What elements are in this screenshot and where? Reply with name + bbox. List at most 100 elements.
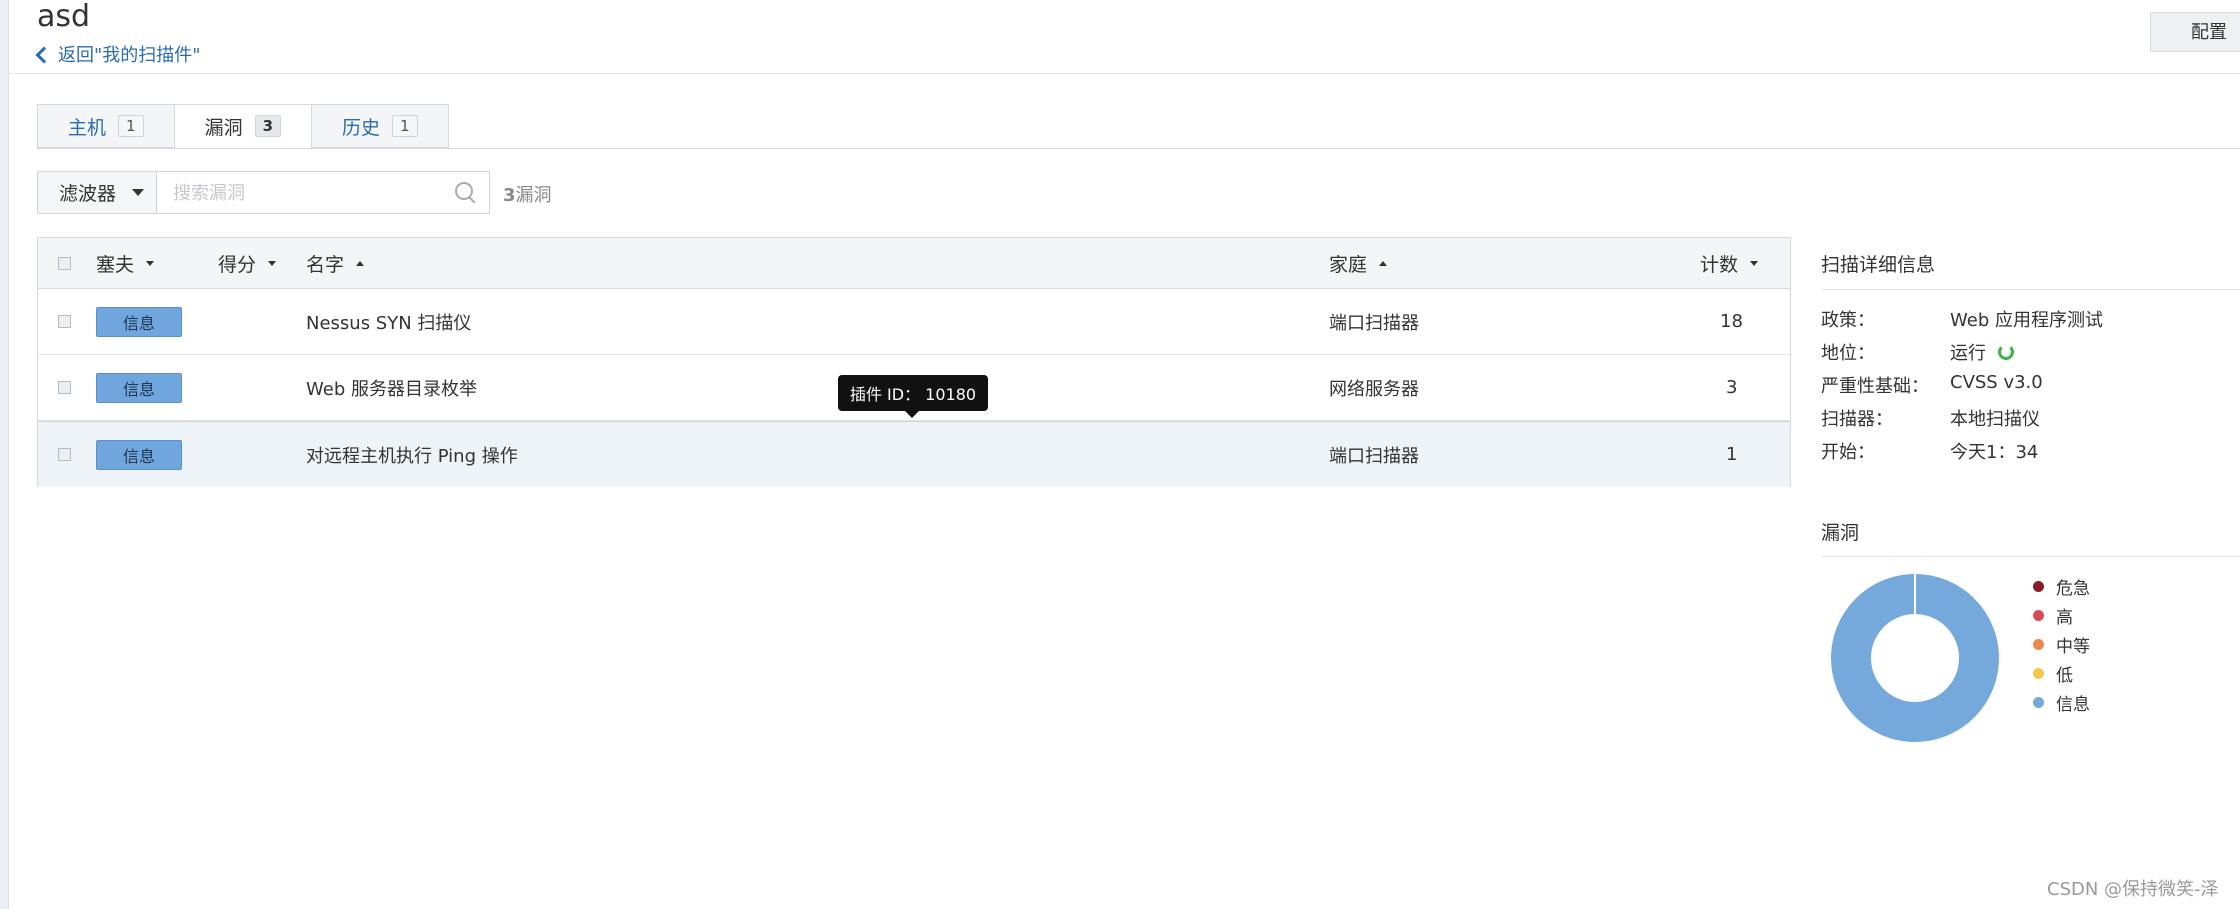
tab-history[interactable]: 历史 1: [311, 104, 449, 148]
sort-up-icon: [1379, 260, 1388, 266]
detail-value-start: 今天1：34: [1950, 438, 2038, 464]
column-header-count[interactable]: 计数: [1700, 238, 1759, 288]
watermark: CSDN @保持微笑-泽: [2047, 879, 2219, 900]
severity-badge: 信息: [96, 372, 182, 403]
vulnerability-count-number: 3: [503, 185, 516, 206]
severity-badge: 信息: [96, 306, 182, 337]
column-label: 塞夫: [96, 253, 135, 276]
column-label: 名字: [306, 253, 345, 276]
plugin-name: Nessus SYN 扫描仪: [306, 312, 472, 334]
row-checkbox[interactable]: [58, 315, 71, 328]
detail-value-text: 本地扫描仪: [1950, 409, 2040, 430]
search-input[interactable]: [157, 172, 445, 214]
vulnerability-count: 3漏洞: [503, 181, 552, 207]
legend-label: 危急: [2056, 579, 2090, 599]
detail-label-policy: 政策：: [1821, 310, 1875, 331]
legend-item-critical: 危急: [2033, 572, 2090, 601]
vulnerabilities-divider: [1821, 556, 2240, 557]
tab-count-badge: 1: [118, 115, 144, 137]
legend-dot: [2033, 697, 2044, 708]
caret-down-icon: [132, 189, 145, 196]
column-header-name[interactable]: 名字: [306, 238, 365, 288]
tab-divider: [37, 148, 2240, 149]
detail-label-scanner: 扫描器：: [1821, 409, 1893, 430]
severity-cell: 信息: [96, 422, 182, 487]
tab-vulnerabilities[interactable]: 漏洞 3: [173, 104, 312, 148]
table-row[interactable]: 信息 Nessus SYN 扫描仪 端口扫描器 18: [38, 289, 1790, 355]
legend-label: 低: [2056, 666, 2073, 686]
column-header-family[interactable]: 家庭: [1329, 238, 1388, 288]
detail-label-severity-base: 严重性基础：: [1821, 376, 1929, 397]
scan-details-title: 扫描详细信息: [1821, 254, 1936, 276]
column-header-score[interactable]: 得分: [218, 238, 277, 288]
legend-item-low: 低: [2033, 659, 2090, 688]
detail-value-policy: Web 应用程序测试: [1950, 306, 2103, 332]
plugin-family: 端口扫描器: [1329, 445, 1419, 467]
config-button[interactable]: 配置: [2150, 12, 2240, 52]
detail-label-status: 地位：: [1821, 343, 1875, 364]
legend-label: 中等: [2056, 637, 2090, 657]
severity-cell: 信息: [96, 355, 182, 420]
column-header-severity[interactable]: 塞夫: [96, 238, 155, 288]
tab-count-badge: 1: [392, 115, 418, 137]
legend-label: 高: [2056, 608, 2073, 628]
vulnerability-table: 塞夫 得分 名字 家庭 计数 信息 Nessus SYN 扫描仪 端口扫描器 1…: [37, 237, 1791, 487]
plugin-count: 1: [1726, 444, 1738, 465]
column-label: 计数: [1700, 253, 1739, 276]
tab-label: 漏洞: [204, 116, 243, 139]
detail-value-text: CVSS v3.0: [1950, 372, 2043, 393]
back-link-label: 返回"我的扫描件": [58, 45, 201, 66]
page-title: asd: [37, 0, 91, 34]
plugin-count: 3: [1726, 377, 1738, 398]
tab-label: 主机: [68, 116, 107, 139]
filter-label: 滤波器: [59, 183, 117, 205]
detail-value-severity-base: CVSS v3.0: [1950, 372, 2043, 393]
sort-up-icon: [356, 260, 365, 266]
sort-down-icon: [146, 260, 155, 266]
plugin-name: 对远程主机执行 Ping 操作: [306, 445, 518, 467]
legend-item-info: 信息: [2033, 688, 2090, 717]
vulnerabilities-title: 漏洞: [1821, 522, 1860, 544]
plugin-family: 网络服务器: [1329, 378, 1419, 400]
detail-label-start: 开始：: [1821, 442, 1875, 463]
severity-legend: 危急 高 中等 低 信息: [2033, 572, 2090, 717]
detail-value-scanner: 本地扫描仪: [1950, 405, 2040, 431]
refresh-icon[interactable]: [1998, 344, 2014, 360]
search-icon[interactable]: [455, 182, 473, 200]
legend-dot: [2033, 639, 2044, 650]
tab-label: 历史: [342, 116, 381, 139]
vulnerability-count-label: 漏洞: [515, 185, 552, 206]
table-header: 塞夫 得分 名字 家庭 计数: [38, 238, 1790, 289]
tab-count-badge: 3: [254, 115, 282, 137]
row-select-cell: [58, 289, 71, 354]
detail-value-text: 今天1：34: [1950, 442, 2039, 463]
legend-item-high: 高: [2033, 601, 2090, 630]
row-select-cell: [58, 422, 71, 487]
column-label: 得分: [218, 253, 257, 276]
plugin-id-tooltip: 插件 ID： 10180: [838, 375, 988, 418]
severity-cell: 信息: [96, 289, 182, 354]
row-checkbox[interactable]: [58, 381, 71, 394]
legend-dot: [2033, 581, 2044, 592]
left-gutter: [0, 0, 9, 909]
legend-dot: [2033, 610, 2044, 621]
detail-value-status: 运行: [1950, 339, 2014, 365]
plugin-count: 18: [1720, 311, 1743, 332]
back-link[interactable]: 返回"我的扫描件": [35, 41, 201, 67]
table-row[interactable]: 信息 对远程主机执行 Ping 操作 端口扫描器 1: [38, 421, 1790, 487]
legend-item-medium: 中等: [2033, 630, 2090, 659]
plugin-family: 端口扫描器: [1329, 312, 1419, 334]
column-label: 家庭: [1329, 253, 1368, 276]
filter-dropdown-button[interactable]: 滤波器: [37, 171, 157, 214]
severity-donut-chart: [1831, 574, 1999, 742]
severity-badge: 信息: [96, 439, 182, 470]
search-box: [156, 171, 490, 214]
tab-hosts[interactable]: 主机 1: [37, 104, 174, 148]
scan-details-divider: [1821, 289, 2240, 290]
sort-down-icon: [268, 260, 277, 266]
header-divider: [8, 73, 2240, 74]
row-checkbox[interactable]: [58, 448, 71, 461]
detail-value-text: Web 应用程序测试: [1950, 310, 2103, 331]
select-all-checkbox[interactable]: [58, 256, 71, 270]
legend-dot: [2033, 668, 2044, 679]
